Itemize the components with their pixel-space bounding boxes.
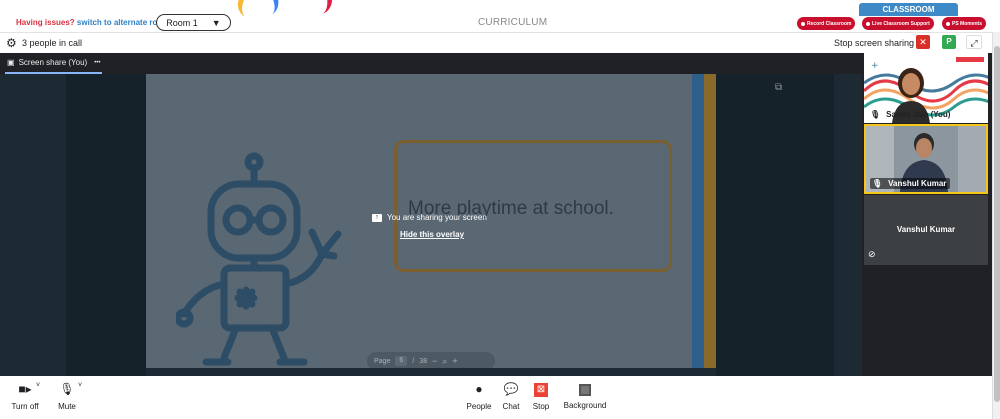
microphone-icon: 🎙 (870, 110, 881, 119)
tab-curriculum[interactable]: CURRICULUM (478, 17, 547, 28)
record-classroom-label: Record Classroom (807, 20, 852, 27)
hide-overlay-link[interactable]: Hide this overlay (400, 230, 464, 239)
magnifier-icon: ⌕ (442, 355, 448, 366)
call-controls-bar: ■▸ Turn off ˅ 🎙 Mute ˅ ● People 💬 Chat ⊠… (0, 376, 992, 419)
people-count: 3 people in call (22, 38, 83, 48)
participant-name-tag: 🎙 Samta Jain (You) (868, 109, 954, 120)
page-number-input[interactable]: 6 (395, 356, 408, 366)
mic-toggle-button[interactable]: 🎙 Mute (56, 382, 78, 411)
screen-share-tab-label: Screen share (You) (18, 58, 88, 67)
participant-tile-self[interactable]: + 🎙 Samta Jain (You) (864, 53, 988, 123)
ps-moments-label: PS Moments (952, 20, 983, 27)
people-label: People (466, 402, 492, 411)
person-icon: ● (475, 382, 483, 396)
background-button[interactable]: Background (562, 382, 608, 410)
close-icon[interactable]: ✕ (916, 35, 930, 49)
page-scrollbar[interactable] (992, 32, 1000, 419)
participant-name-tag: 🎙 Vanshul Kumar (870, 178, 951, 189)
participant-tile-active-speaker[interactable]: 🎙 Vanshul Kumar (864, 124, 988, 194)
page-separator: / (412, 357, 415, 365)
participant-name: Vanshul Kumar (888, 179, 947, 188)
scrollbar-thumb[interactable] (994, 46, 1000, 402)
page-label: Page (374, 357, 391, 365)
mic-off-icon: ⊘ (868, 249, 876, 259)
background-icon (579, 384, 591, 396)
microphone-icon: 🎙 (59, 382, 75, 396)
support-icon (866, 21, 870, 26)
portal-header: Having issues? switch to alternate room … (0, 0, 1000, 32)
chevron-down-icon: ▼ (211, 17, 221, 28)
mic-options-chevron-icon[interactable]: ˅ (78, 382, 82, 389)
meeting-stage: ▣ Screen share (You) ••• More playtime a… (0, 53, 992, 376)
tab-screen-share[interactable]: ▣ Screen share (You) ••• (7, 58, 101, 67)
logo-swoosh-red (303, 0, 335, 17)
live-support-button[interactable]: Live Classroom Support (862, 17, 934, 30)
chat-label: Chat (502, 402, 520, 411)
camera-toggle-button[interactable]: ■▸ Turn off (11, 382, 39, 411)
page-total: 38 (419, 357, 428, 365)
record-icon (801, 21, 805, 26)
slide-pager: Page 6 / 38 − ⌕ + (367, 352, 495, 368)
room-select-value: Room 1 (166, 17, 198, 28)
share-letterbox-left (66, 74, 146, 376)
svg-text:+: + (871, 61, 879, 71)
moments-icon (946, 21, 950, 26)
present-screen-icon: ↑ (372, 213, 382, 222)
slide-stripe-gold (704, 74, 716, 368)
camera-options-chevron-icon[interactable]: ˅ (36, 382, 40, 389)
stop-screen-sharing-label[interactable]: Stop screen sharing (834, 38, 914, 48)
participant-tile-audio-only[interactable]: Vanshul Kumar ⊘ (864, 195, 988, 265)
stop-present-icon: ⊠ (534, 383, 548, 397)
participant-avatar-button[interactable]: P (942, 35, 956, 49)
room-select[interactable]: Room 1 ▼ (156, 14, 231, 31)
chat-button[interactable]: 💬 Chat (500, 382, 522, 411)
stop-presenting-button[interactable]: ⊠ Stop (530, 382, 552, 411)
sharing-overlay-message: ↑ You are sharing your screen (372, 213, 487, 222)
participant-name: Samta Jain (You) (886, 110, 951, 119)
zoom-in-button[interactable]: + (452, 356, 457, 366)
background-label: Background (563, 401, 607, 410)
chat-bubble-icon: 💬 (503, 382, 519, 396)
issue-question: Having issues? (16, 18, 75, 27)
tab-classroom[interactable]: CLASSROOM (859, 3, 958, 16)
meet-header: ⚙ 3 people in call Stop screen sharing ✕… (0, 32, 992, 53)
screen-share-tab-bar: ▣ Screen share (You) ••• (0, 53, 864, 74)
more-options-icon[interactable]: ••• (94, 60, 100, 66)
issue-notice: Having issues? switch to alternate room (16, 18, 169, 27)
open-in-new-icon[interactable]: ⧉ (775, 82, 782, 93)
record-classroom-button[interactable]: Record Classroom (797, 17, 856, 30)
video-camera-icon: ■▸ (18, 382, 32, 396)
screen-share-view: More playtime at school. Page 6 / 38 − ⌕… (0, 74, 862, 376)
camera-toggle-label: Turn off (11, 402, 39, 411)
people-button[interactable]: ● People (465, 382, 493, 411)
microphone-icon: 🎙 (872, 179, 883, 188)
sharing-overlay-text: You are sharing your screen (387, 213, 487, 222)
stop-label: Stop (532, 402, 550, 411)
zoom-out-button[interactable]: − (432, 356, 437, 366)
fullscreen-icon[interactable]: ⤢ (966, 35, 982, 49)
participant-name: Vanshul Kumar (896, 225, 956, 234)
share-letterbox-right (716, 74, 834, 376)
live-support-label: Live Classroom Support (872, 20, 930, 27)
robot-illustration (176, 152, 342, 366)
present-icon: ▣ (7, 58, 15, 67)
mic-toggle-label: Mute (58, 402, 76, 411)
slide-stripe-blue (692, 74, 704, 368)
ps-moments-button[interactable]: PS Moments (942, 17, 987, 30)
gear-icon[interactable]: ⚙ (6, 36, 17, 50)
